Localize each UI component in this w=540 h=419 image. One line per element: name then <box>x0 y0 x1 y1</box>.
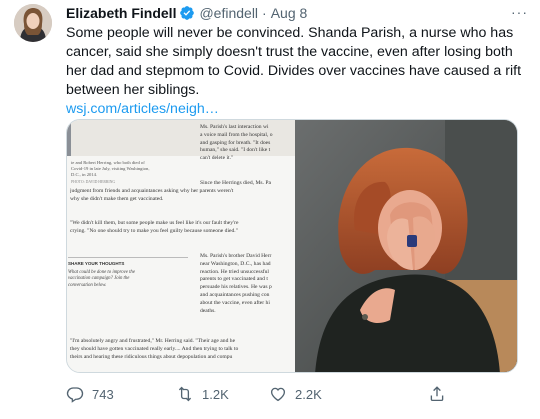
article-line: persuade his relatives. He was p <box>200 284 272 291</box>
article-line: about the vaccine, even after hi <box>200 299 270 306</box>
article-line: "We didn't kill them, but some people ma… <box>70 220 239 226</box>
more-options-icon[interactable]: ··· <box>511 4 528 20</box>
retweet-button[interactable]: 1.2K <box>176 385 229 403</box>
article-line: human," she said. "I don't like t <box>200 147 271 154</box>
tweet-header: Elizabeth Findell @efindell · Aug 8 ··· <box>66 3 528 23</box>
like-count: 2.2K <box>295 386 322 402</box>
share-thoughts-heading: SHARE YOUR THOUGHTS <box>68 257 188 266</box>
article-line: can't delete it." <box>200 155 234 162</box>
header-separator: · <box>262 5 267 21</box>
author-handle[interactable]: @efindell <box>199 5 258 21</box>
tweet-text-line: cancer, said she simply doesn't trust th… <box>66 44 513 60</box>
article-line: near Washington, D.C., has had <box>200 260 271 267</box>
article-line: parents to get vaccinated and t <box>200 276 268 283</box>
article-col-right-bottom: Ms. Parish's brother David Herr near Was… <box>200 253 295 315</box>
tweet-text-line: Some people will never be convinced. Sha… <box>66 25 514 41</box>
reply-count: 743 <box>92 386 114 402</box>
article-col-right-top: Ms. Parish's last interaction wi a voice… <box>200 124 295 163</box>
avatar-image <box>14 4 52 42</box>
share-icon <box>430 386 444 402</box>
article-line: "I'm absolutely angry and frustrated," M… <box>70 338 236 344</box>
article-paragraph: "We didn't kill them, but some people ma… <box>70 220 295 236</box>
share-thoughts-question: What could be done to improve the vaccin… <box>68 270 188 289</box>
tweet-text-line: her dad and stepmom to Covid. Divides ov… <box>66 63 522 79</box>
article-line: crying. "No one should try to make you f… <box>70 227 238 234</box>
heart-icon <box>270 387 286 402</box>
article-line: and acquaintances pushing con <box>200 291 270 298</box>
author-name[interactable]: Elizabeth Findell <box>66 5 176 21</box>
reply-button[interactable]: 743 <box>66 385 114 403</box>
tweet-text: Some people will never be convinced. Sha… <box>66 24 526 119</box>
tweet-media[interactable]: ie and Robert Herring, who both died of … <box>66 119 518 373</box>
article-link[interactable]: wsj.com/articles/neigh… <box>66 100 526 119</box>
article-line: a voice mail from the hospital, o <box>200 131 273 138</box>
share-button[interactable] <box>428 385 454 403</box>
article-line: theirs and hearing these ridiculous thin… <box>70 353 233 360</box>
question-line: conversation below. <box>68 282 107 288</box>
article-line: deaths. <box>200 307 216 314</box>
tweet-date[interactable]: Aug 8 <box>271 5 308 21</box>
article-line: and gasping for breath. "It does <box>200 139 271 146</box>
article-line: Ms. Parish's brother David Herr <box>200 253 272 259</box>
article-line: reaction. He tried unsuccessful <box>200 268 269 275</box>
article-bottom-paragraph: "I'm absolutely angry and frustrated," M… <box>70 338 295 361</box>
news-photo <box>295 120 517 372</box>
retweet-count: 1.2K <box>202 386 229 402</box>
article-mid-line: Since the Herrings died, Ms. Pa <box>200 180 271 186</box>
retweet-icon <box>178 386 192 402</box>
reply-icon <box>66 387 84 403</box>
article-mid-line: why she didn't make them get vaccinated. <box>70 196 164 202</box>
article-line: they should have gotten vaccinated reall… <box>70 345 239 352</box>
like-button[interactable]: 2.2K <box>269 385 322 403</box>
verified-badge-icon <box>179 5 195 21</box>
caption-credit: PHOTO: DAVID HERRING <box>71 179 116 184</box>
author-avatar[interactable] <box>14 4 52 42</box>
photo-caption: ie and Robert Herring, who both died of … <box>71 160 191 185</box>
article-screenshot: ie and Robert Herring, who both died of … <box>67 120 295 372</box>
article-mid-line: judgment from friends and acquaintances … <box>70 188 234 194</box>
tweet-text-line: between her siblings. <box>66 82 200 98</box>
article-line: Ms. Parish's last interaction wi <box>200 124 269 130</box>
tweet-actions: 743 1.2K 2.2K <box>66 385 526 407</box>
